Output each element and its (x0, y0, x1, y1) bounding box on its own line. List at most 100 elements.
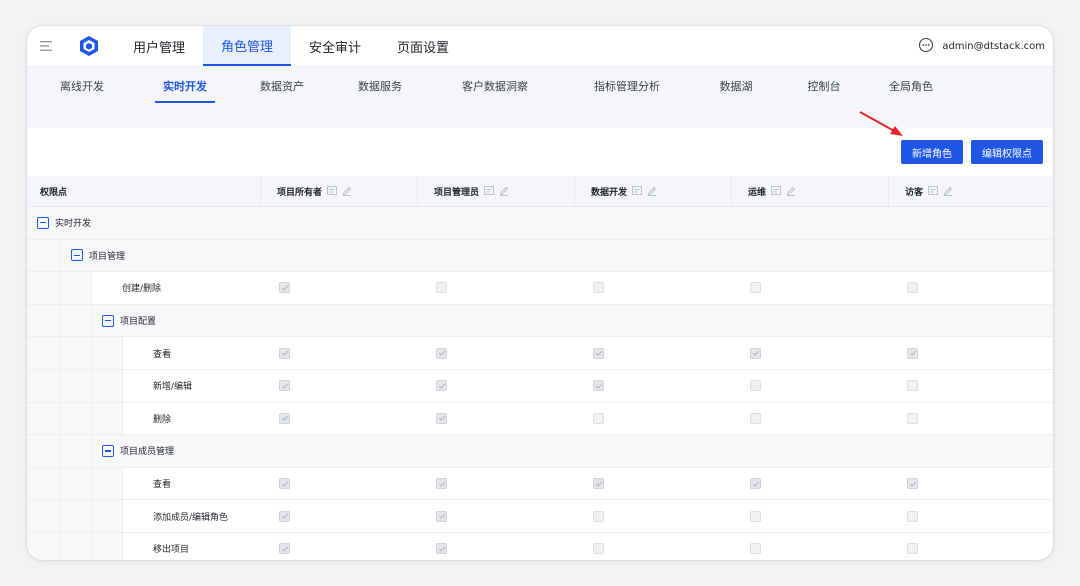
header-role-0: 项目所有者 (260, 175, 417, 207)
subtab-7[interactable]: 控制台 (779, 67, 869, 105)
chat-icon[interactable] (918, 37, 934, 56)
indent-cell (92, 467, 123, 500)
collapse-icon[interactable] (102, 314, 114, 327)
indent-cell (92, 500, 123, 532)
checkbox-checked[interactable] (279, 478, 290, 490)
menu-icon[interactable] (27, 26, 67, 66)
checkbox-unchecked[interactable] (593, 282, 604, 294)
permission-cell (574, 412, 731, 424)
subtab-0[interactable]: 离线开发 (27, 67, 137, 105)
add-role-button[interactable]: 新增角色 (901, 140, 963, 164)
list-icon[interactable] (928, 186, 938, 196)
permission-cell (260, 510, 417, 522)
checkbox-checked[interactable] (436, 412, 447, 424)
checkbox-unchecked[interactable] (436, 282, 447, 294)
collapse-icon[interactable] (102, 444, 114, 457)
nav-item-2[interactable]: 安全审计 (291, 26, 379, 66)
checkbox-checked[interactable] (907, 347, 918, 359)
checkbox-unchecked[interactable] (593, 510, 604, 522)
subtab-4[interactable]: 客户数据洞察 (429, 67, 561, 105)
permission-text: 实时开发 (55, 219, 92, 230)
checkbox-checked[interactable] (593, 347, 604, 359)
checkbox-unchecked[interactable] (907, 543, 918, 555)
table-header: 权限点 项目所有者 项目管理员 数据开发 运维 访客 (27, 175, 1053, 207)
role-name: 项目所有者 (277, 187, 323, 198)
permission-text: 项目配置 (120, 317, 157, 328)
user-email[interactable]: admin@dtstack.com (942, 41, 1045, 52)
checkbox-unchecked[interactable] (907, 282, 918, 294)
permission-text: 移出项目 (153, 545, 190, 556)
edit-icon[interactable] (647, 186, 657, 196)
nav-item-3[interactable]: 页面设置 (379, 26, 467, 66)
checkbox-checked[interactable] (593, 478, 604, 490)
collapse-icon[interactable] (37, 216, 49, 229)
edit-icon[interactable] (786, 186, 796, 196)
list-icon[interactable] (771, 186, 781, 196)
checkbox-unchecked[interactable] (750, 510, 761, 522)
user-area: admin@dtstack.com (918, 26, 1045, 66)
nav-item-0[interactable]: 用户管理 (115, 26, 203, 66)
checkbox-unchecked[interactable] (907, 380, 918, 392)
list-icon[interactable] (632, 186, 642, 196)
checkbox-checked[interactable] (279, 412, 290, 424)
permission-cell (417, 380, 574, 392)
subtab-5[interactable]: 指标管理分析 (561, 67, 693, 105)
checkbox-checked[interactable] (907, 478, 918, 490)
permission-label: 查看 (123, 347, 260, 360)
indent-cell (27, 500, 61, 532)
checkbox-unchecked[interactable] (593, 412, 604, 424)
checkbox-checked[interactable] (436, 543, 447, 555)
subtab-1[interactable]: 实时开发 (137, 67, 233, 105)
permission-label: 项目配置 (92, 314, 1053, 327)
checkbox-checked[interactable] (436, 478, 447, 490)
collapse-icon[interactable] (71, 249, 83, 262)
nav-item-1[interactable]: 角色管理 (203, 26, 292, 66)
edit-icon[interactable] (943, 186, 953, 196)
logo-icon[interactable] (67, 26, 111, 66)
checkbox-checked[interactable] (436, 510, 447, 522)
permission-table: 权限点 项目所有者 项目管理员 数据开发 运维 访客 实时开发 项目管理 创建/删除 项目配置… (27, 175, 1053, 560)
checkbox-checked[interactable] (436, 347, 447, 359)
edit-permission-button[interactable]: 编辑权限点 (971, 140, 1043, 164)
checkbox-checked[interactable] (593, 380, 604, 392)
checkbox-unchecked[interactable] (750, 282, 761, 294)
edit-icon[interactable] (499, 186, 509, 196)
role-name: 项目管理员 (434, 187, 480, 198)
indent-cell (27, 369, 61, 402)
permission-cell (731, 510, 888, 522)
checkbox-unchecked[interactable] (907, 510, 918, 522)
header-permission: 权限点 (40, 187, 68, 198)
checkbox-unchecked[interactable] (907, 412, 918, 424)
role-name: 运维 (748, 187, 767, 198)
checkbox-checked[interactable] (279, 380, 290, 392)
app-window: 用户管理 角色管理 安全审计 页面设置 admin@dtstack.com 离线开发实… (27, 26, 1053, 560)
table-row: 查看 (27, 467, 1053, 501)
permission-cell (731, 543, 888, 555)
edit-icon[interactable] (342, 186, 352, 196)
list-icon[interactable] (327, 186, 337, 196)
subtab-8[interactable]: 全局角色 (869, 67, 953, 105)
subtab-3[interactable]: 数据服务 (331, 67, 429, 105)
checkbox-checked[interactable] (279, 510, 290, 522)
indent-cell (61, 337, 92, 369)
checkbox-unchecked[interactable] (750, 543, 761, 555)
checkbox-checked[interactable] (750, 347, 761, 359)
checkbox-unchecked[interactable] (750, 412, 761, 424)
indent-cell (27, 272, 61, 304)
subtab-2[interactable]: 数据资产 (233, 67, 331, 105)
toolbar: 新增角色 编辑权限点 (27, 128, 1053, 176)
checkbox-checked[interactable] (279, 347, 290, 359)
permission-cell (888, 347, 1045, 359)
checkbox-unchecked[interactable] (593, 543, 604, 555)
checkbox-checked[interactable] (750, 478, 761, 490)
checkbox-checked[interactable] (279, 543, 290, 555)
checkbox-checked[interactable] (436, 380, 447, 392)
subtab-6[interactable]: 数据湖 (693, 67, 779, 105)
indent-cell (92, 337, 123, 369)
checkbox-unchecked[interactable] (750, 380, 761, 392)
permission-cell (888, 543, 1045, 555)
list-icon[interactable] (484, 186, 494, 196)
checkbox-checked[interactable] (279, 282, 290, 294)
indent-cell (27, 402, 61, 435)
table-row: 创建/删除 (27, 272, 1053, 305)
